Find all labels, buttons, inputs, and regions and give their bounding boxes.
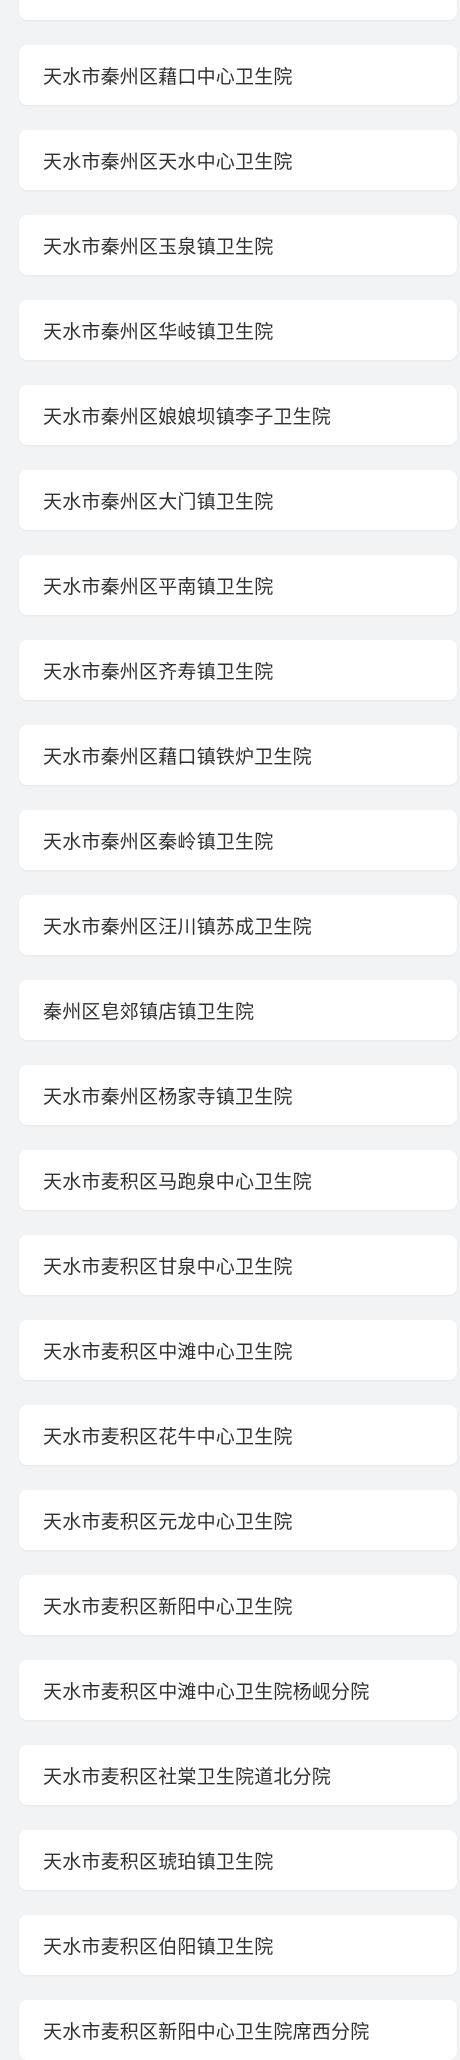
list-item-label: 天水市秦州区天水中心卫生院 [43,150,293,173]
list-item[interactable]: 天水市秦州区玉泉镇卫生院 [19,215,457,275]
list-item-label: 天水市麦积区中滩中心卫生院 [43,1340,293,1363]
list-item-label: 天水市秦州区大门镇卫生院 [43,490,274,513]
list-item[interactable]: 天水市秦州区汪川镇苏成卫生院 [19,895,457,955]
list-item[interactable]: 天水市秦州区天水中心卫生院 [19,130,457,190]
list-item-label: 天水市麦积区新阳中心卫生院席西分院 [43,2020,370,2043]
list-item-label: 天水市麦积区社棠卫生院道北分院 [43,1765,332,1788]
list-item-label: 天水市秦州区秦岭镇卫生院 [43,830,274,853]
list-item[interactable]: 天水市麦积区琥珀镇卫生院 [19,1830,457,1890]
list-item-label: 秦州区皂郊镇店镇卫生院 [43,1000,255,1023]
list-item[interactable]: 天水市麦积区中滩中心卫生院杨岘分院 [19,1660,457,1720]
hospital-list: 天水市秦州区藉口中心卫生院 天水市秦州区天水中心卫生院 天水市秦州区玉泉镇卫生院… [0,0,460,2060]
list-item[interactable]: 天水市秦州区齐寿镇卫生院 [19,640,457,700]
list-item-label: 天水市麦积区新阳中心卫生院 [43,1595,293,1618]
list-item[interactable]: 天水市秦州区大门镇卫生院 [19,470,457,530]
list-item[interactable] [19,0,457,20]
list-item-label: 天水市麦积区中滩中心卫生院杨岘分院 [43,1680,370,1703]
list-item-label: 天水市秦州区汪川镇苏成卫生院 [43,915,312,938]
list-item-label: 天水市秦州区藉口镇铁炉卫生院 [43,745,312,768]
list-item[interactable]: 天水市秦州区藉口镇铁炉卫生院 [19,725,457,785]
list-item-label: 天水市秦州区齐寿镇卫生院 [43,660,274,683]
list-item-label: 天水市秦州区娘娘坝镇李子卫生院 [43,405,332,428]
list-item-label: 天水市麦积区花牛中心卫生院 [43,1425,293,1448]
list-item[interactable]: 天水市秦州区杨家寺镇卫生院 [19,1065,457,1125]
list-item[interactable]: 天水市秦州区秦岭镇卫生院 [19,810,457,870]
list-item[interactable]: 天水市麦积区伯阳镇卫生院 [19,1915,457,1975]
list-item[interactable]: 天水市麦积区新阳中心卫生院席西分院 [19,2000,457,2060]
list-item[interactable]: 秦州区皂郊镇店镇卫生院 [19,980,457,1040]
list-item-label: 天水市麦积区马跑泉中心卫生院 [43,1170,312,1193]
list-item-label: 天水市秦州区藉口中心卫生院 [43,65,293,88]
list-item[interactable]: 天水市秦州区平南镇卫生院 [19,555,457,615]
list-item-label: 天水市秦州区玉泉镇卫生院 [43,235,274,258]
list-item[interactable]: 天水市麦积区中滩中心卫生院 [19,1320,457,1380]
list-item[interactable]: 天水市秦州区娘娘坝镇李子卫生院 [19,385,457,445]
list-item[interactable]: 天水市麦积区新阳中心卫生院 [19,1575,457,1635]
list-item-label: 天水市秦州区华岐镇卫生院 [43,320,274,343]
list-item[interactable]: 天水市麦积区马跑泉中心卫生院 [19,1150,457,1210]
list-item-label: 天水市麦积区元龙中心卫生院 [43,1510,293,1533]
list-item[interactable]: 天水市麦积区花牛中心卫生院 [19,1405,457,1465]
list-item[interactable]: 天水市麦积区社棠卫生院道北分院 [19,1745,457,1805]
list-item-label: 天水市麦积区甘泉中心卫生院 [43,1255,293,1278]
list-item-label: 天水市麦积区伯阳镇卫生院 [43,1935,274,1958]
list-item[interactable]: 天水市秦州区华岐镇卫生院 [19,300,457,360]
list-item[interactable]: 天水市麦积区元龙中心卫生院 [19,1490,457,1550]
list-item-label: 天水市秦州区杨家寺镇卫生院 [43,1085,293,1108]
list-item[interactable]: 天水市麦积区甘泉中心卫生院 [19,1235,457,1295]
list-item-label: 天水市麦积区琥珀镇卫生院 [43,1850,274,1873]
list-item-label: 天水市秦州区平南镇卫生院 [43,575,274,598]
list-item[interactable]: 天水市秦州区藉口中心卫生院 [19,45,457,105]
